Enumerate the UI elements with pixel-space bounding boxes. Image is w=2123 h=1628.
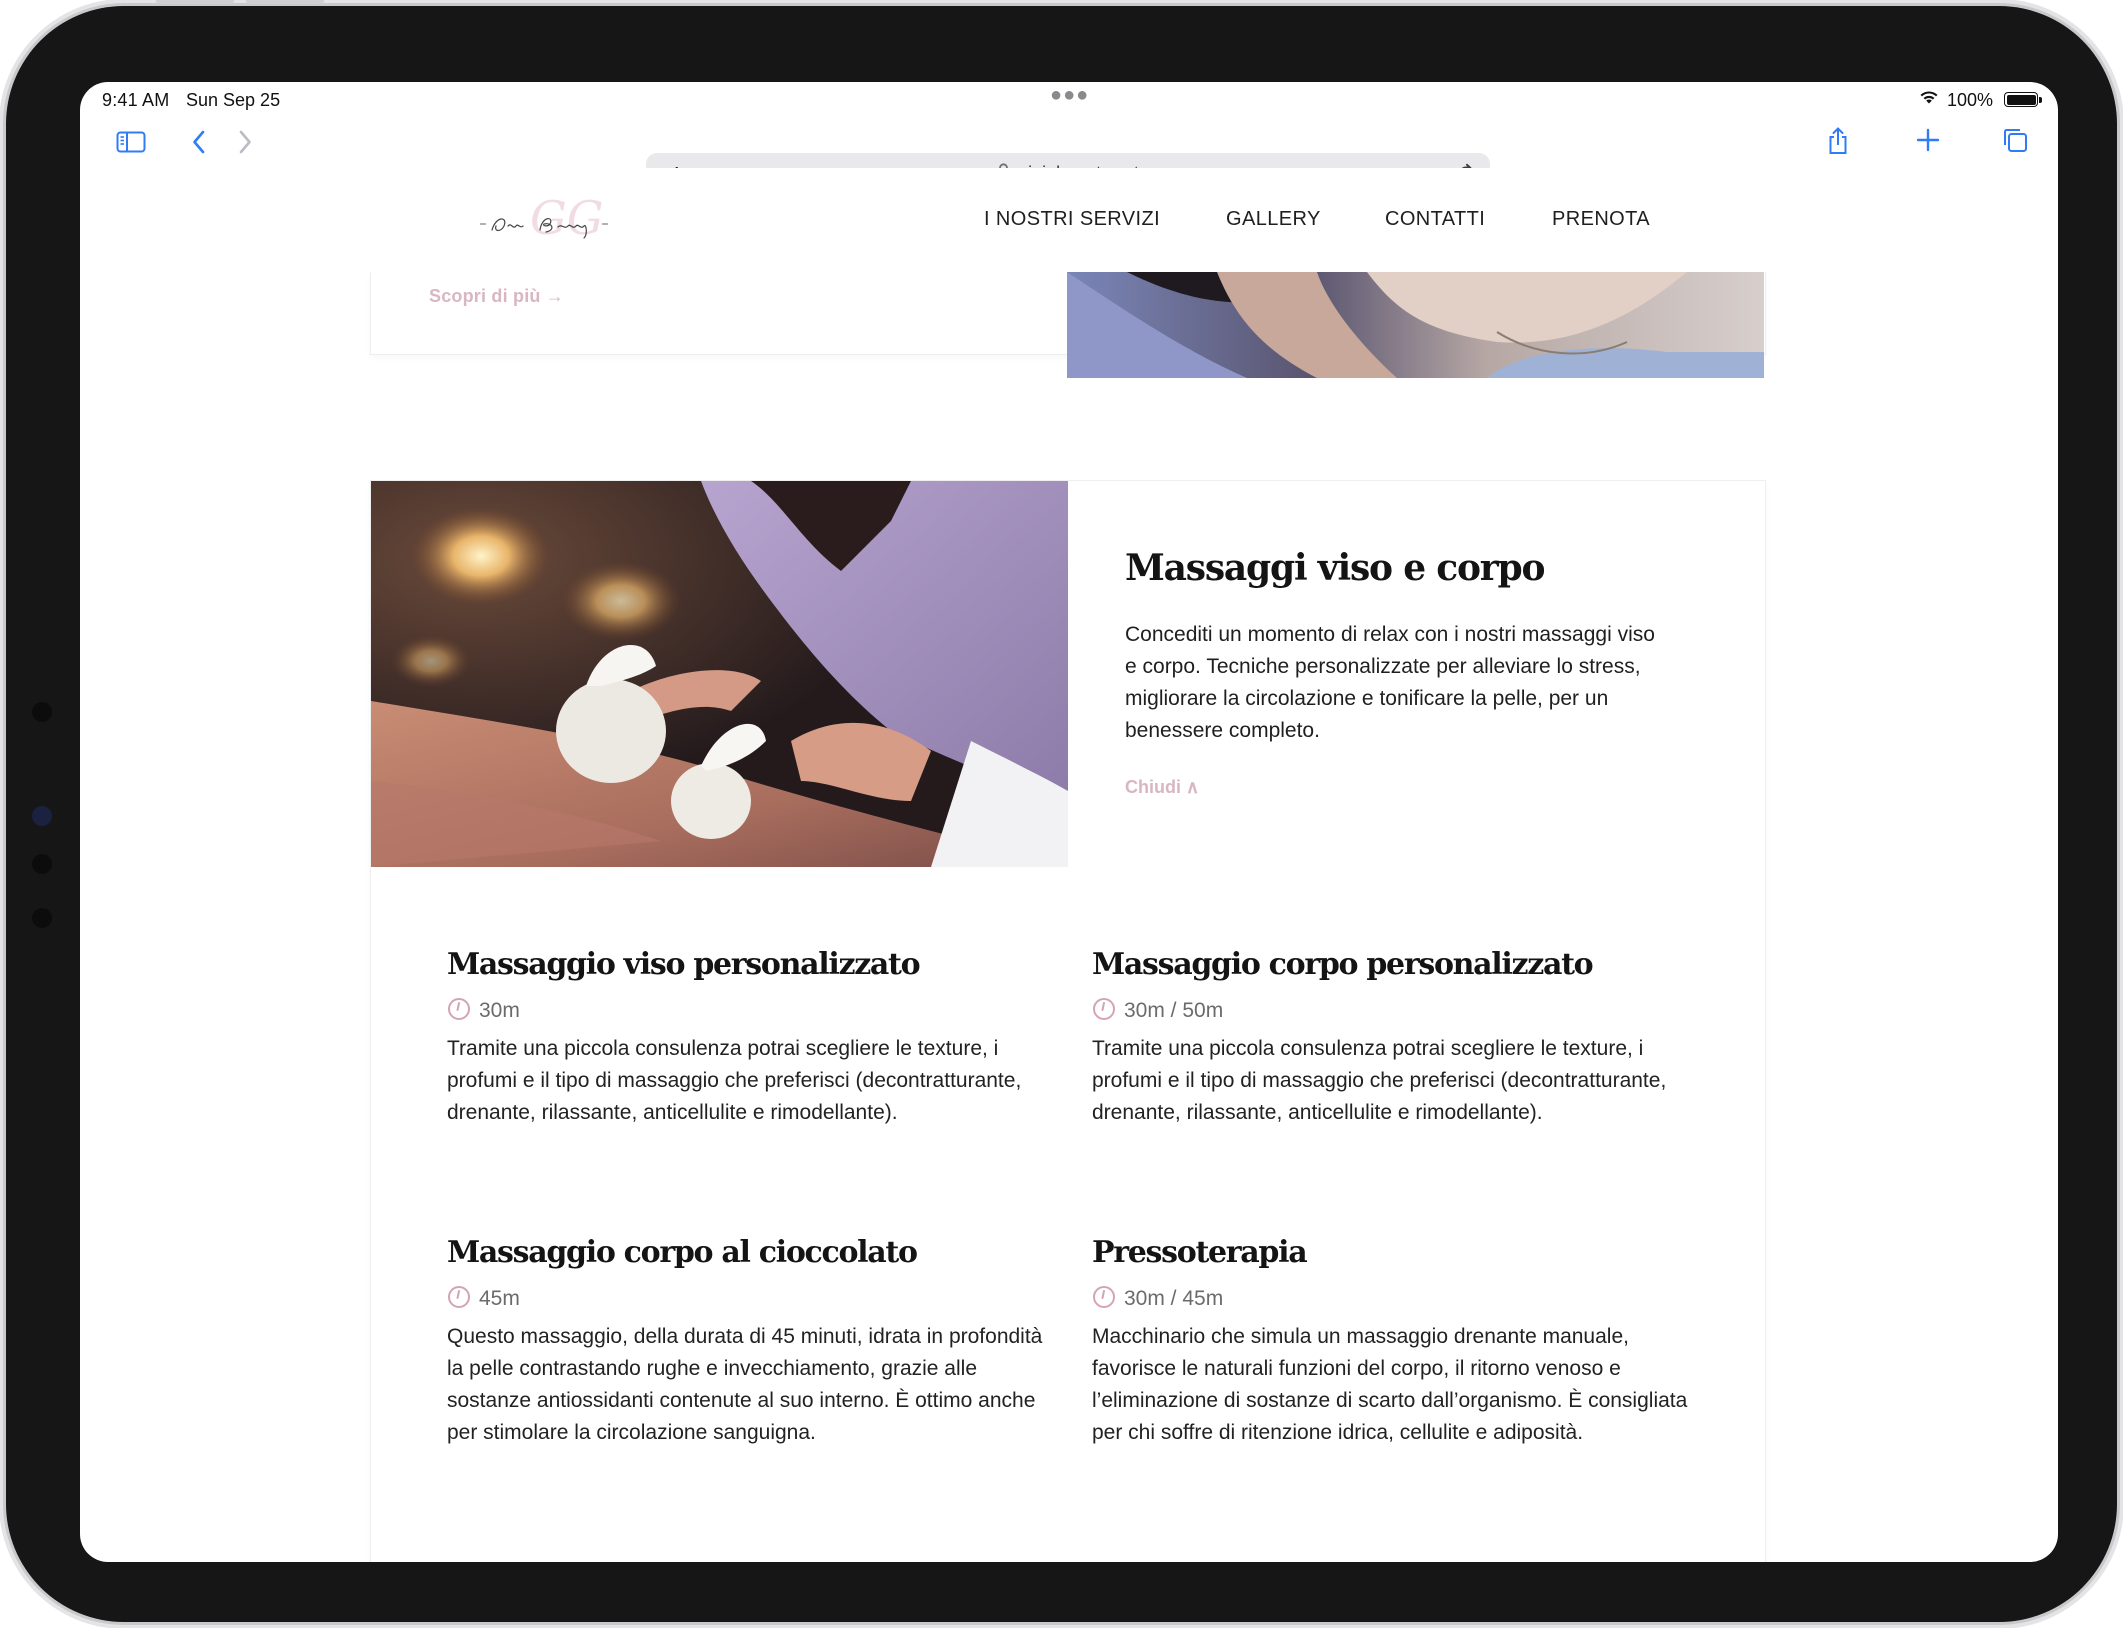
wifi-icon [1918,89,1940,110]
nav-gallery[interactable]: GALLERY [1226,208,1321,231]
battery-cap [2039,97,2042,103]
service-item: Massaggio corpo al cioccolato 45m Questo… [447,1235,1047,1449]
nav-contatti[interactable]: CONTATTI [1385,208,1485,231]
nav-prenota[interactable]: PRENOTA [1552,208,1650,231]
service-title: Massaggio viso personalizzato [447,947,921,982]
top-button-2 [246,0,324,4]
battery-percent: 100% [1946,90,1993,110]
service-item: Massaggio viso personalizzato 30m Tramit… [447,947,1047,1129]
status-time: 9:41 AM [102,90,170,110]
svg-text:GG: GG [530,191,604,245]
service-duration: 30m / 45m [1092,1285,1692,1311]
ambient-sensor [32,854,52,874]
camera-lens [32,806,52,826]
service-item: Massaggio corpo personalizzato 30m / 50m… [1092,947,1692,1129]
clock-icon [448,998,470,1020]
nav-i-nostri-servizi[interactable]: I NOSTRI SERVIZI [984,208,1160,231]
status-bar: 9:41 AM Sun Sep 25 ●●● 100% [80,82,2058,122]
massaggi-service-card: Massaggi viso e corpo Concediti un momen… [370,480,1766,1562]
back-chevron-icon[interactable] [192,130,206,159]
service-item: Pressoterapia 30m / 45m Macchinario che … [1092,1235,1692,1449]
service-title: Massaggio corpo personalizzato [1092,947,1594,982]
proximity-sensor [32,908,52,928]
tabs-overview-icon[interactable] [2002,127,2028,158]
top-button-1 [156,0,234,4]
browser-toolbar: AA gioiabeauty.net [80,118,2058,193]
gioia-beauty-logo[interactable]: GG [478,190,610,252]
section-description: Concediti un momento di relax con i nost… [1125,623,1655,742]
service-title: Massaggio corpo al cioccolato [447,1235,918,1270]
new-tab-plus-icon[interactable] [1916,128,1940,157]
clock-icon [1093,998,1115,1020]
service-description: Tramite una piccola consulenza potrai sc… [447,1037,1022,1124]
section-title: Massaggi viso e corpo [1125,547,1546,589]
camera-sensor [32,702,52,722]
previous-card-photo [1067,272,1764,378]
service-duration: 30m / 50m [1092,997,1692,1023]
service-duration: 30m [447,997,1047,1023]
share-icon[interactable] [1826,126,1850,161]
scopri-di-piu-link[interactable]: Scopri di più → [429,286,564,307]
service-description: Tramite una piccola consulenza potrai sc… [1092,1037,1667,1124]
service-duration: 45m [447,1285,1047,1311]
status-date: Sun Sep 25 [186,90,281,110]
sidebar-toggle-icon[interactable] [116,131,146,158]
battery-icon [2004,92,2038,107]
chiudi-button[interactable]: Chiudi ∧ [1125,777,1199,798]
screen: 9:41 AM Sun Sep 25 ●●● 100% AA [80,82,2058,1562]
forward-chevron-icon[interactable] [238,130,252,159]
multitasking-dots-icon[interactable]: ●●● [1050,84,1089,107]
clock-icon [1093,1286,1115,1308]
service-title: Pressoterapia [1092,1235,1308,1270]
ipad-frame: 9:41 AM Sun Sep 25 ●●● 100% AA [6,0,2117,1622]
service-description: Questo massaggio, della durata di 45 min… [447,1325,1043,1444]
massage-photo [371,481,1068,867]
clock-icon [448,1286,470,1308]
service-description: Macchinario che simula un massaggio dren… [1092,1325,1688,1444]
